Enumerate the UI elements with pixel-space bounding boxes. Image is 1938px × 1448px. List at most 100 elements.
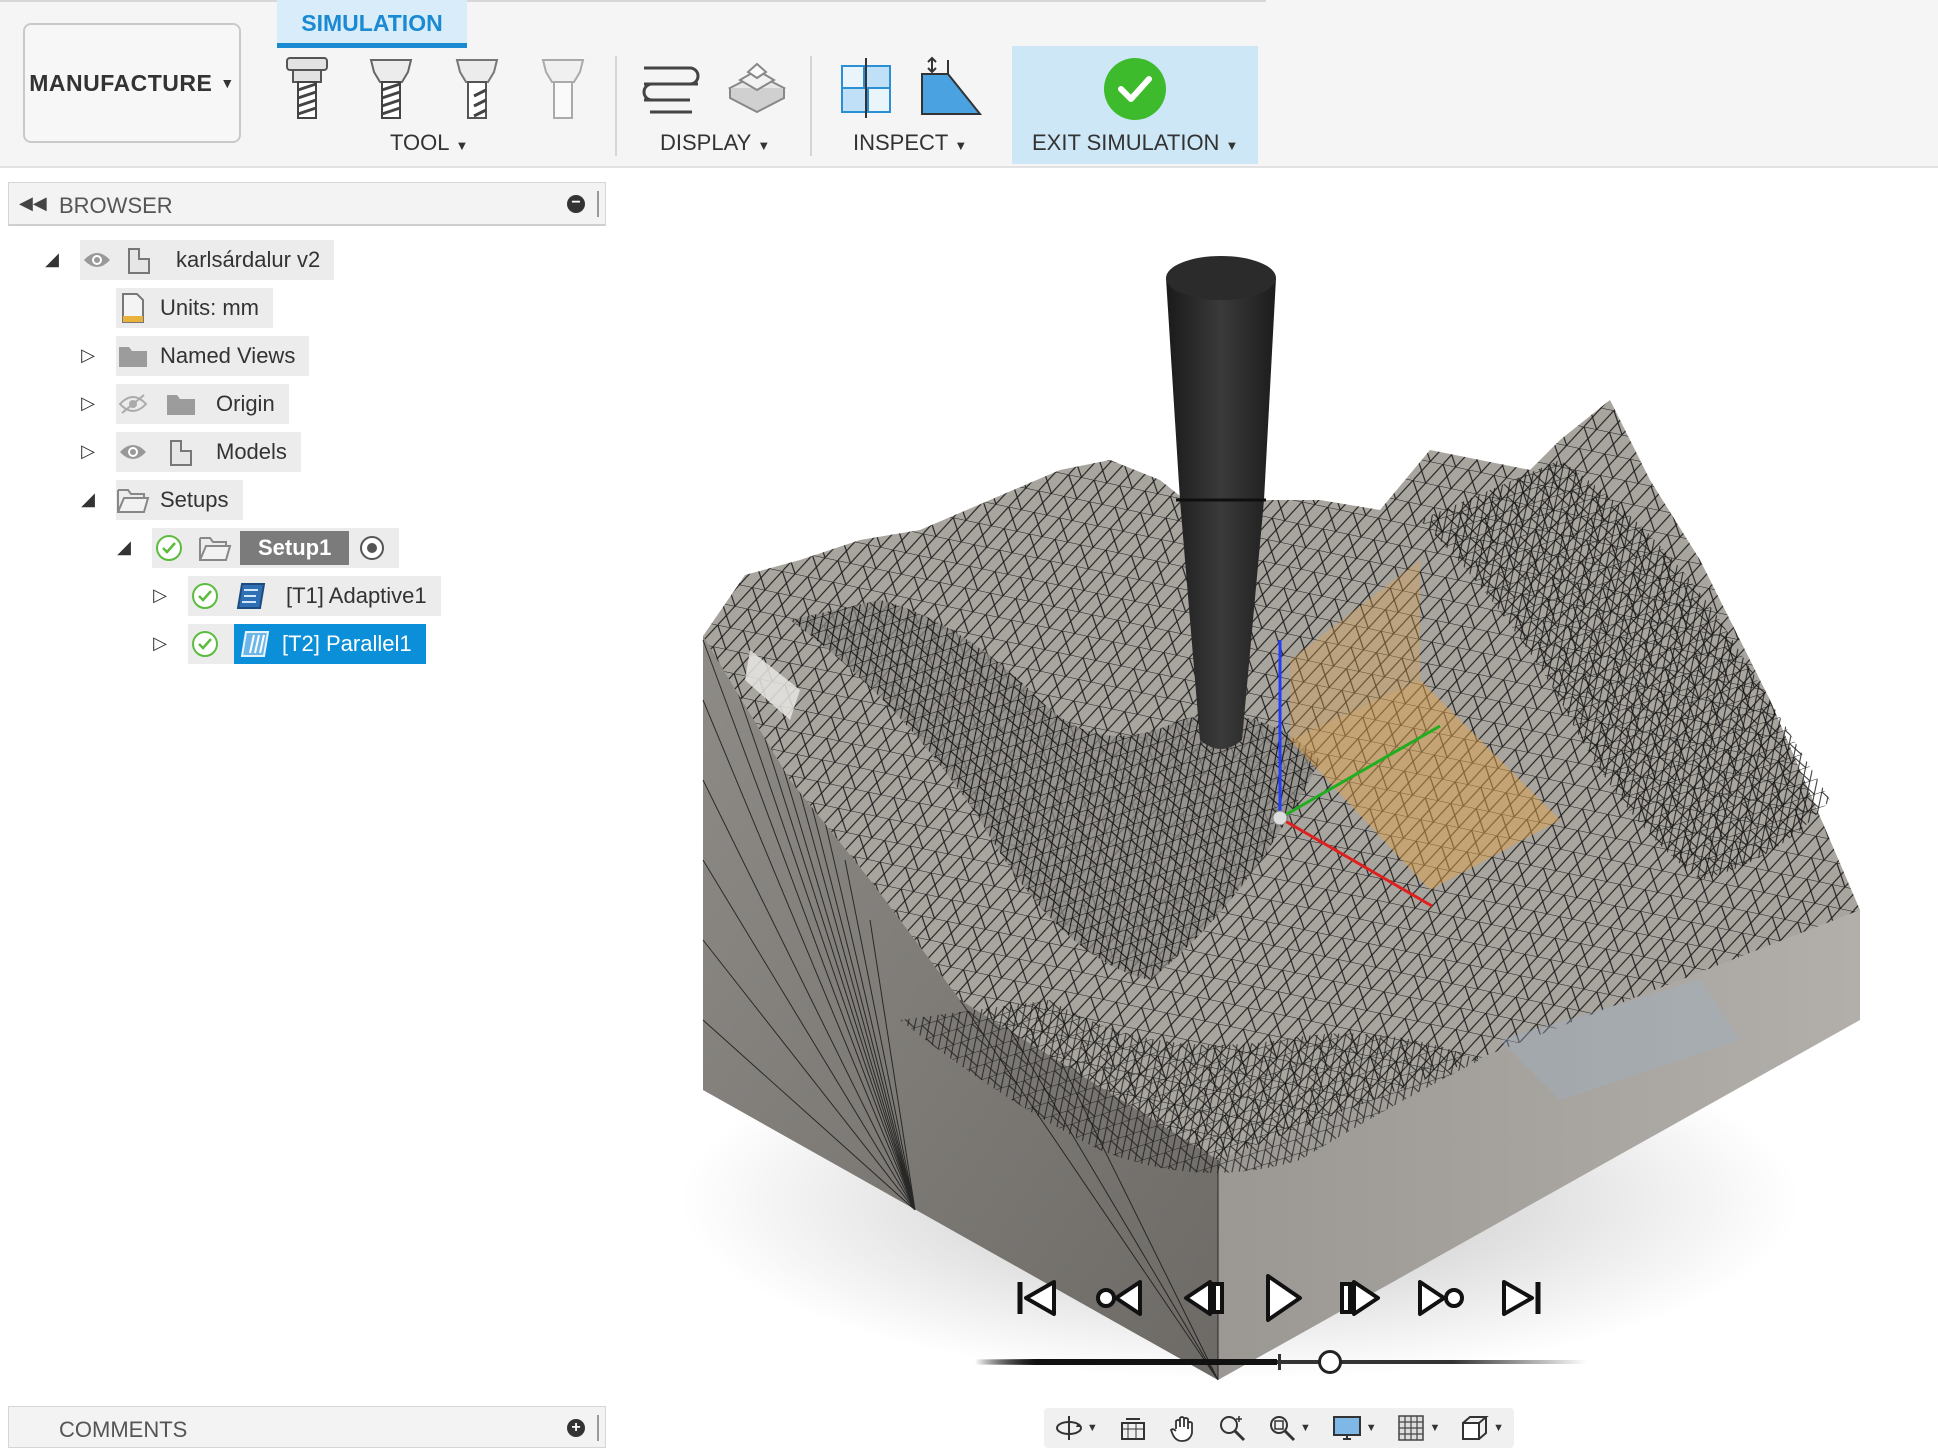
- browser-header: ◀◀ BROWSER −: [8, 182, 606, 226]
- viewports-icon: [1462, 1416, 1489, 1440]
- skip-to-start-button[interactable]: [1010, 1272, 1062, 1324]
- tree-node-units-label: Units: mm: [160, 295, 259, 320]
- tree-node-named-views[interactable]: Named Views: [116, 336, 310, 376]
- collapse-panel-icon[interactable]: ◀◀: [19, 193, 47, 214]
- 3d-viewport[interactable]: [620, 168, 1938, 1448]
- collapse-triangle-icon[interactable]: ◢: [114, 537, 134, 558]
- folder-open-icon: [116, 483, 150, 517]
- chevron-down-icon: ▼: [220, 75, 235, 91]
- chevron-down-icon: ▼: [1429, 1422, 1441, 1434]
- workspace-switcher-button[interactable]: MANUFACTURE ▼: [23, 23, 241, 143]
- step-back-button[interactable]: [1178, 1272, 1230, 1324]
- panel-grip[interactable]: [597, 1415, 599, 1441]
- tree-node-models[interactable]: Models: [116, 432, 301, 472]
- checkmark-icon: [1104, 58, 1166, 120]
- timeline-slider-fill: [975, 1359, 1277, 1365]
- exit-simulation-menu[interactable]: EXIT SIMULATION ▼: [1032, 130, 1238, 156]
- measure-icon[interactable]: [918, 56, 984, 120]
- separator: [810, 56, 812, 156]
- ball-endmill-icon[interactable]: [368, 56, 414, 122]
- active-setup-radio-icon[interactable]: [355, 531, 389, 565]
- tree-node-setups[interactable]: Setups: [116, 480, 243, 520]
- zoom-icon: [1220, 1416, 1246, 1442]
- tree-node-operation-adaptive[interactable]: [T1] Adaptive1: [188, 576, 441, 616]
- tree-node-setup1-label: Setup1: [240, 531, 350, 565]
- eye-hidden-icon[interactable]: [116, 387, 150, 421]
- expand-triangle-icon[interactable]: ▷: [78, 393, 98, 414]
- playback-controls: [1010, 1272, 1550, 1324]
- tree-node-root[interactable]: karlsárdalur v2: [80, 240, 335, 280]
- eye-icon[interactable]: [116, 435, 150, 469]
- tree-node-setups-label: Setups: [160, 487, 229, 512]
- next-operation-button[interactable]: [1414, 1272, 1466, 1324]
- inspect-menu-label: INSPECT: [853, 130, 949, 155]
- check-circle-icon: [152, 531, 186, 565]
- tree-node-operation-parallel-label: [T2] Parallel1: [282, 631, 412, 656]
- adaptive-clearing-icon: [234, 579, 268, 613]
- panel-grip[interactable]: [597, 191, 599, 217]
- add-comment-icon[interactable]: +: [567, 1419, 585, 1437]
- inspect-menu[interactable]: INSPECT ▼: [853, 130, 967, 156]
- zoom-button[interactable]: [1217, 1413, 1247, 1443]
- chevron-down-icon: ▼: [455, 138, 469, 153]
- tab-simulation[interactable]: SIMULATION: [277, 0, 467, 48]
- chevron-down-icon: ▼: [1493, 1422, 1505, 1434]
- timeline-slider-thumb[interactable]: [1318, 1350, 1343, 1374]
- skip-to-end-button[interactable]: [1496, 1272, 1548, 1324]
- minimize-icon[interactable]: −: [567, 195, 585, 213]
- fit-icon: [1270, 1416, 1296, 1442]
- comments-panel-header[interactable]: COMMENTS +: [8, 1406, 606, 1448]
- chevron-down-icon: ▼: [1086, 1422, 1098, 1434]
- display-settings-button[interactable]: ▼: [1331, 1413, 1377, 1443]
- holder-icon[interactable]: [540, 56, 586, 122]
- expand-triangle-icon[interactable]: ▷: [150, 633, 170, 654]
- component-icon: [122, 243, 156, 277]
- fit-button[interactable]: ▼: [1267, 1413, 1311, 1443]
- previous-operation-button[interactable]: [1094, 1272, 1146, 1324]
- look-at-button[interactable]: [1118, 1413, 1148, 1443]
- chevron-down-icon: ▼: [1365, 1422, 1377, 1434]
- viewports-button[interactable]: ▼: [1460, 1413, 1504, 1443]
- drill-icon[interactable]: [454, 56, 500, 122]
- tree-node-setup1[interactable]: Setup1: [152, 528, 400, 568]
- active-tab-indicator: [277, 43, 467, 48]
- tree-node-named-views-label: Named Views: [160, 343, 296, 368]
- expand-triangle-icon[interactable]: ▷: [78, 345, 98, 366]
- pan-button[interactable]: [1167, 1413, 1197, 1443]
- pan-icon: [1170, 1416, 1194, 1442]
- display-menu[interactable]: DISPLAY ▼: [660, 130, 770, 156]
- step-forward-button[interactable]: [1334, 1272, 1386, 1324]
- folder-open-icon: [198, 531, 232, 565]
- component-icon: [164, 435, 198, 469]
- expand-triangle-icon[interactable]: ▷: [78, 441, 98, 462]
- toolbar-top-line: [0, 0, 1266, 2]
- grid-settings-button[interactable]: ▼: [1396, 1413, 1440, 1443]
- display-menu-label: DISPLAY: [660, 130, 752, 155]
- folder-icon: [164, 387, 198, 421]
- browser-title: BROWSER: [59, 193, 173, 218]
- separator: [615, 56, 617, 156]
- expand-triangle-icon[interactable]: ▷: [150, 585, 170, 606]
- chevron-down-icon: ▼: [1225, 138, 1239, 153]
- collapse-triangle-icon[interactable]: ◢: [78, 489, 98, 510]
- tool-menu[interactable]: TOOL ▼: [390, 130, 468, 156]
- tree-node-origin-label: Origin: [216, 391, 275, 416]
- collapse-triangle-icon[interactable]: ◢: [42, 249, 62, 270]
- section-analysis-icon[interactable]: [836, 56, 896, 120]
- tool-menu-label: TOOL: [390, 130, 450, 155]
- tree-node-operation-parallel[interactable]: [T2] Parallel1: [188, 624, 426, 664]
- toolpath-display-icon[interactable]: [640, 58, 702, 116]
- play-button[interactable]: [1256, 1272, 1308, 1324]
- tree-node-units[interactable]: Units: mm: [116, 288, 273, 328]
- folder-icon: [116, 339, 150, 373]
- tab-simulation-label: SIMULATION: [301, 9, 443, 36]
- wcs-origin: [1272, 810, 1288, 826]
- eye-icon[interactable]: [80, 243, 114, 277]
- selected-row-highlight: [T2] Parallel1: [234, 624, 426, 664]
- orbit-button[interactable]: ▼: [1054, 1413, 1098, 1443]
- stock-display-icon[interactable]: [724, 56, 790, 118]
- chevron-down-icon: ▼: [757, 138, 771, 153]
- flat-endmill-icon[interactable]: [284, 56, 330, 122]
- workspace-label: MANUFACTURE: [29, 69, 213, 96]
- tree-node-origin[interactable]: Origin: [116, 384, 289, 424]
